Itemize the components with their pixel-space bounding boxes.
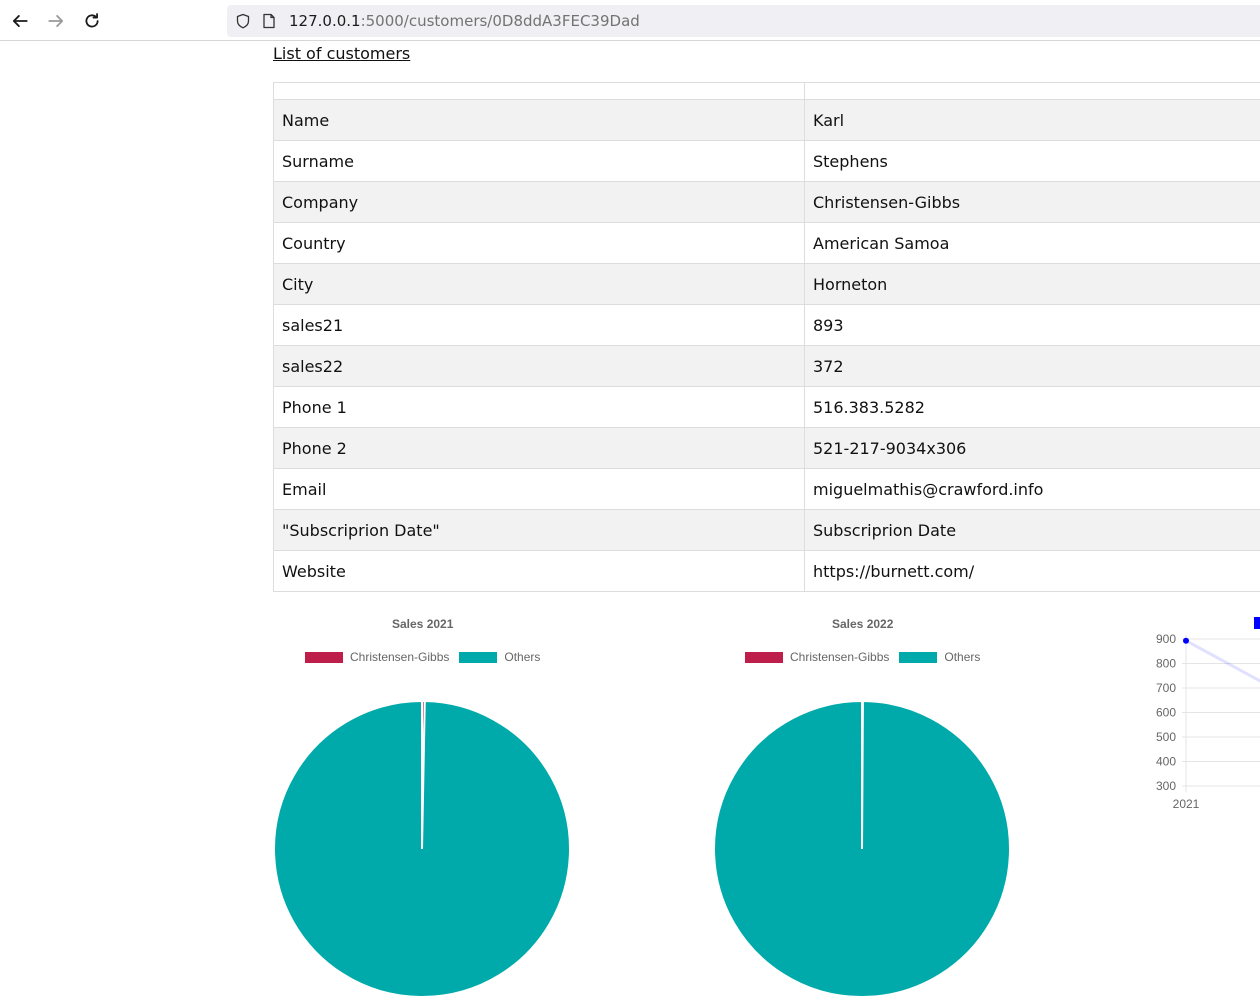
field-value-cell: Christensen-Gibbs <box>804 181 1260 223</box>
legend-label: Christensen-Gibbs <box>350 650 450 664</box>
field-name-cell: Phone 2 <box>273 427 805 469</box>
table-header-row <box>273 82 1260 100</box>
field-value-cell: Karl <box>804 99 1260 141</box>
table-row: City Horneton <box>273 263 1260 305</box>
y-tick-label: 400 <box>1156 755 1176 769</box>
table-row: Website https://burnett.com/ <box>273 550 1260 592</box>
pie-slice-others[interactable] <box>713 699 1011 998</box>
field-value-cell: 521-217-9034x306 <box>804 427 1260 469</box>
field-value-cell: Stephens <box>804 140 1260 182</box>
page-icon <box>263 13 275 29</box>
legend-label: Others <box>944 650 981 664</box>
line-chart-sales[interactable]: 900 800 700 600 500 400 300 2021 <box>1140 612 1260 822</box>
table-row: Email miguelmathis@crawford.info <box>273 468 1260 510</box>
pie-chart-sales-2021[interactable] <box>272 699 572 999</box>
url-path: :5000/customers/0D8ddA3FEC39Dad <box>360 12 640 30</box>
field-value-cell: 516.383.5282 <box>804 386 1260 428</box>
legend-item[interactable]: Others <box>899 650 980 664</box>
field-name-cell: sales21 <box>273 304 805 346</box>
field-value-cell: American Samoa <box>804 222 1260 264</box>
pie-chart-sales-2022[interactable] <box>712 699 1012 999</box>
table-header-cell <box>804 82 1260 100</box>
reload-icon[interactable] <box>81 10 103 32</box>
field-name-cell: Country <box>273 222 805 264</box>
table-row: Country American Samoa <box>273 222 1260 264</box>
table-row: "Subscriprion Date" Subscriprion Date <box>273 509 1260 551</box>
field-name-cell: Phone 1 <box>273 386 805 428</box>
back-arrow-icon[interactable] <box>9 10 31 32</box>
field-value-cell: https://burnett.com/ <box>804 550 1260 592</box>
table-row: Company Christensen-Gibbs <box>273 181 1260 223</box>
table-row: Name Karl <box>273 99 1260 141</box>
field-value-cell: 372 <box>804 345 1260 387</box>
url-host: 127.0.0.1 <box>289 12 361 30</box>
field-name-cell: Name <box>273 99 805 141</box>
table-row: sales21 893 <box>273 304 1260 346</box>
table-header-cell <box>273 82 805 100</box>
x-tick-label: 2021 <box>1173 797 1200 811</box>
url-text[interactable]: 127.0.0.1:5000/customers/0D8ddA3FEC39Dad <box>289 12 640 30</box>
list-of-customers-link[interactable]: List of customers <box>273 44 410 63</box>
pie-slice-others[interactable] <box>273 699 571 998</box>
legend-swatch <box>899 651 938 663</box>
forward-arrow-icon[interactable] <box>45 10 67 32</box>
legend-swatch <box>745 651 783 663</box>
field-name-cell: Website <box>273 550 805 592</box>
legend-item[interactable]: Christensen-Gibbs <box>305 650 449 664</box>
chart-title-sales-2021: Sales 2021 <box>392 617 454 631</box>
y-tick-label: 800 <box>1156 657 1176 671</box>
legend-swatch[interactable] <box>1254 617 1260 629</box>
field-name-cell: sales22 <box>273 345 805 387</box>
table-row: Phone 2 521-217-9034x306 <box>273 427 1260 469</box>
y-tick-label: 600 <box>1156 706 1176 720</box>
customer-detail-table: Name Karl Surname Stephens Company Christense… <box>273 82 1260 592</box>
table-row: Surname Stephens <box>273 140 1260 182</box>
legend-item[interactable]: Others <box>459 650 540 664</box>
shield-icon[interactable] <box>235 13 251 29</box>
legend-label: Christensen-Gibbs <box>790 650 890 664</box>
legend-label: Others <box>504 650 541 664</box>
table-row: sales22 372 <box>273 345 1260 387</box>
y-tick-label: 300 <box>1156 779 1176 793</box>
field-value-cell: Subscriprion Date <box>804 509 1260 551</box>
chart-legend-sales-2021[interactable]: Christensen-Gibbs Others <box>305 650 550 664</box>
chart-legend-sales-2022[interactable]: Christensen-Gibbs Others <box>745 650 990 664</box>
series-line <box>1185 639 1260 683</box>
field-name-cell: Surname <box>273 140 805 182</box>
field-value-cell: Horneton <box>804 263 1260 305</box>
field-name-cell: Company <box>273 181 805 223</box>
legend-swatch <box>305 651 343 663</box>
field-value-cell: 893 <box>804 304 1260 346</box>
legend-item[interactable]: Christensen-Gibbs <box>745 650 889 664</box>
chart-title-sales-2022: Sales 2022 <box>832 617 894 631</box>
browser-toolbar: 127.0.0.1:5000/customers/0D8ddA3FEC39Dad <box>0 0 1260 41</box>
address-bar[interactable]: 127.0.0.1:5000/customers/0D8ddA3FEC39Dad <box>227 5 1260 37</box>
data-point[interactable] <box>1183 637 1189 644</box>
legend-swatch <box>459 651 498 663</box>
field-name-cell: "Subscriprion Date" <box>273 509 805 551</box>
y-tick-label: 500 <box>1156 730 1176 744</box>
field-name-cell: Email <box>273 468 805 510</box>
field-value-cell: miguelmathis@crawford.info <box>804 468 1260 510</box>
y-tick-label: 900 <box>1156 632 1176 646</box>
y-tick-label: 700 <box>1156 681 1176 695</box>
field-name-cell: City <box>273 263 805 305</box>
table-row: Phone 1 516.383.5282 <box>273 386 1260 428</box>
